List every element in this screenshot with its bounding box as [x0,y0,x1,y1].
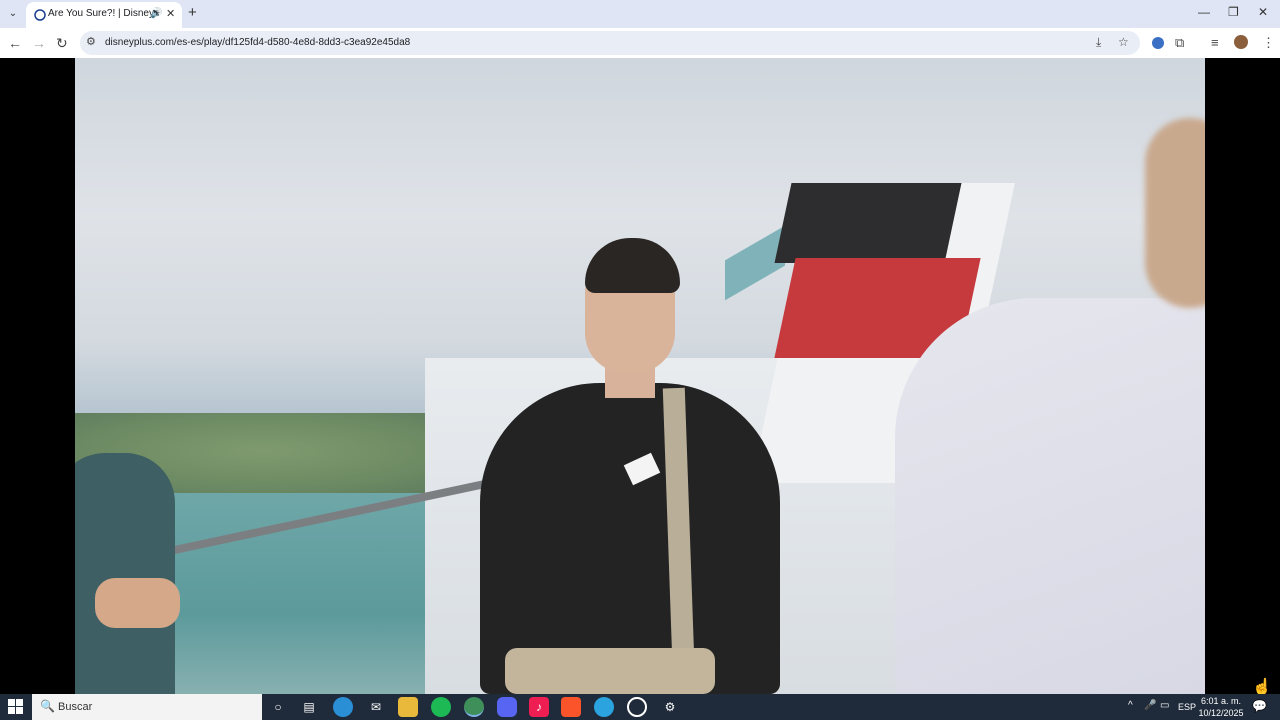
clock-time: 6:01 a. m. [1200,696,1242,706]
browser-menu-icon[interactable]: ⋮ [1262,35,1275,51]
cortana-icon[interactable]: ○ [268,697,288,717]
site-info-icon[interactable]: ⚙ [86,35,96,48]
tray-expand-icon[interactable]: ^ [1128,700,1133,711]
discord-icon[interactable] [497,697,517,717]
taskbar-search-input[interactable]: 🔍 Buscar [32,694,262,720]
tiktok-icon[interactable]: ♪ [529,697,549,717]
scene-flag [725,225,785,301]
scene-person-center-hair [585,238,680,293]
profile-avatar[interactable] [1234,35,1248,49]
notification-center-icon[interactable]: 💬 [1252,699,1267,713]
bookmark-star-icon[interactable]: ☆ [1118,35,1129,49]
tab-strip: ⌄ Are You Sure?! | Disney+ 🔊 ✕ + — ❐ ✕ [0,0,1280,28]
tab-title: Are You Sure?! | Disney+ [48,8,160,19]
maximize-button[interactable]: ❐ [1228,5,1239,19]
back-button[interactable]: ← [8,34,22,52]
file-explorer-icon[interactable] [398,697,418,717]
language-indicator[interactable]: ESP [1178,702,1196,712]
media-control-icon[interactable]: ≡ [1211,35,1219,51]
address-bar[interactable]: ⚙ disneyplus.com/es-es/play/df125fd4-d58… [80,31,1140,55]
extensions-icon[interactable]: ⧉ [1175,35,1184,51]
url-text[interactable]: disneyplus.com/es-es/play/df125fd4-d580-… [105,37,410,48]
new-tab-button[interactable]: + [188,5,197,21]
scene-funnel-black-band [774,183,962,263]
scene-bag [505,648,715,694]
install-app-icon[interactable]: ⤓ [1096,35,1101,50]
chrome-icon[interactable] [464,697,484,717]
edge-icon[interactable] [333,697,353,717]
scene-person-left [75,453,175,694]
scene-arm-left [95,578,180,628]
telegram-icon[interactable] [594,697,614,717]
scene-person-right [895,298,1205,694]
clock-date: 10/12/2025 [1198,708,1244,718]
network-icon[interactable]: ▭ [1160,700,1169,711]
extension-badge-icon[interactable] [1152,37,1164,49]
windows-taskbar: 🔍 Buscar ○ ▤ ✉ ♪ ⚙ ^ 🎤 ▭ ESP 6:01 a. m. … [0,694,1280,720]
tab-audio-icon[interactable]: 🔊 [150,8,162,19]
task-view-icon[interactable]: ▤ [299,697,319,717]
search-placeholder: Buscar [58,701,93,713]
brave-icon[interactable] [561,697,581,717]
microphone-icon[interactable]: 🎤 [1144,700,1156,711]
windows-start-button[interactable] [8,699,24,715]
close-window-button[interactable]: ✕ [1258,5,1268,19]
tab-active[interactable]: Are You Sure?! | Disney+ 🔊 ✕ [26,2,182,28]
tab-close-icon[interactable]: ✕ [166,7,175,20]
forward-button[interactable]: → [32,34,46,52]
browser-toolbar: ← → ↻ ⚙ disneyplus.com/es-es/play/df125f… [0,28,1280,58]
obs-icon[interactable] [627,697,647,717]
mail-icon[interactable]: ✉ [366,697,386,717]
spotify-icon[interactable] [431,697,451,717]
taskbar-clock[interactable]: 6:01 a. m. 10/12/2025 [1196,695,1246,719]
tab-search-icon[interactable]: ⌄ [4,5,22,23]
scene-person-right-head [1145,118,1205,308]
reload-button[interactable]: ↻ [56,34,68,52]
settings-gear-icon[interactable]: ⚙ [660,697,680,717]
search-icon: 🔍 [40,699,55,713]
disney-plus-favicon-icon [34,9,46,21]
video-frame[interactable] [75,58,1205,694]
video-player[interactable]: ☝ [0,58,1280,696]
minimize-button[interactable]: — [1198,5,1210,19]
